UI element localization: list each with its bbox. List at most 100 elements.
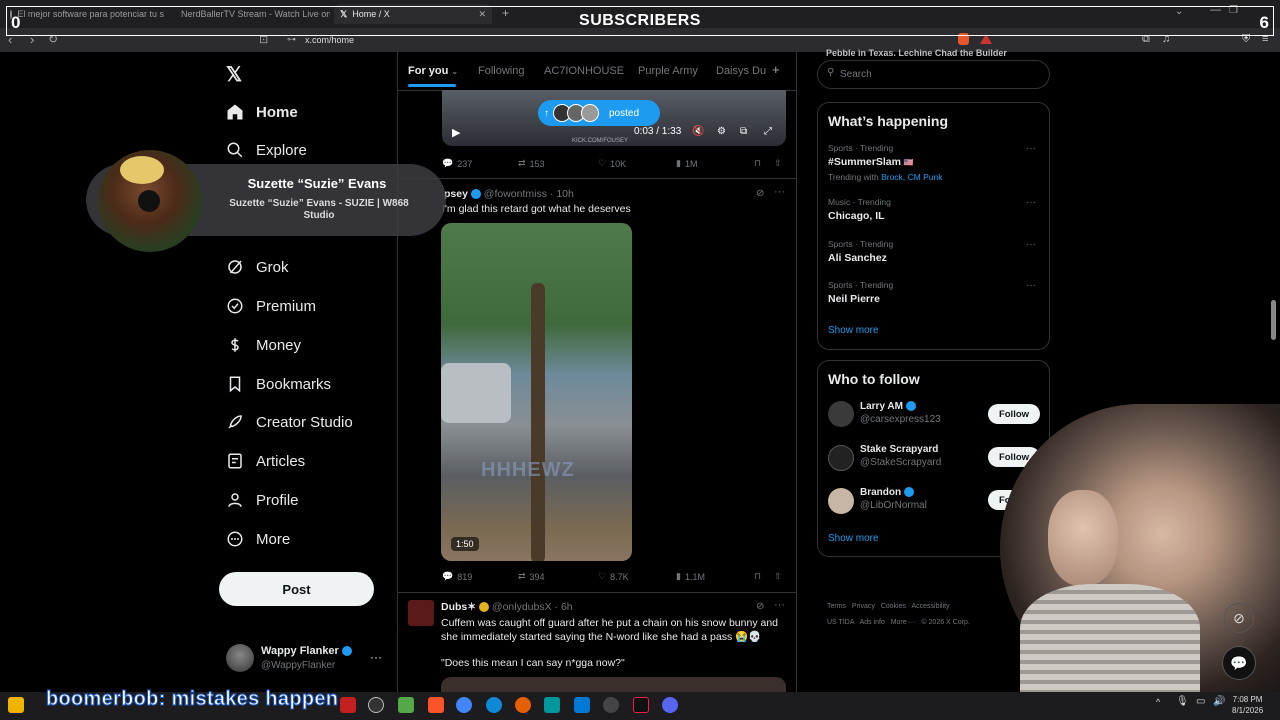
search-input[interactable]: ⚲ Search (817, 60, 1050, 89)
app-icon[interactable] (8, 697, 24, 713)
show-more-link[interactable]: Show more (828, 533, 879, 544)
trend-more-icon[interactable]: ··· (1026, 143, 1036, 154)
x-logo-icon[interactable]: 𝕏 (226, 62, 242, 87)
avatar[interactable] (408, 600, 434, 626)
edge-icon[interactable] (486, 697, 502, 713)
reply-count[interactable]: 💬 237 (442, 158, 472, 169)
messages-icon[interactable]: 💬 (1222, 646, 1256, 680)
trend-more-icon[interactable]: ··· (1026, 280, 1036, 291)
like-count[interactable]: ♡ 8.7K (598, 571, 629, 582)
tweet-author[interactable]: Dubs✶ (441, 601, 476, 613)
tweet-handle[interactable]: @onlydubsX (492, 601, 552, 613)
sidebar-item-bookmarks[interactable]: Bookmarks (226, 370, 331, 398)
bookmark-button[interactable]: ⊓ (754, 571, 761, 582)
avatar[interactable] (828, 401, 854, 427)
sidebar-item-home[interactable]: Home (226, 98, 298, 126)
clock[interactable]: 7:08 PM 8/1/2026 (1232, 694, 1263, 716)
repost-count[interactable]: ⇄ 394 (518, 571, 545, 582)
tiktok-icon[interactable] (633, 697, 649, 713)
mute-icon[interactable]: 🔇 (692, 126, 704, 137)
tab-daisys-du[interactable]: Daisys Du (716, 65, 766, 77)
trend-more-icon[interactable]: ··· (1026, 239, 1036, 250)
show-more-link[interactable]: Show more (828, 325, 879, 336)
follow-button[interactable]: Follow (988, 404, 1040, 424)
video-player[interactable]: ↑ posted ▶ 0:03 / 1:33 KICK.COM/FOUSEY 🔇… (442, 90, 786, 146)
tweet-handle[interactable]: @fowontmiss (484, 188, 547, 200)
avatar[interactable] (226, 644, 254, 672)
tweet-time[interactable]: 6h (561, 601, 573, 613)
footer-link[interactable]: Terms (827, 603, 846, 610)
discord-icon[interactable] (662, 697, 678, 713)
add-tab-icon[interactable]: + (772, 62, 780, 77)
play-icon[interactable]: ▶ (452, 126, 460, 139)
sidebar-item-premium[interactable]: Premium (226, 292, 316, 320)
view-count[interactable]: ▮ 1M (676, 158, 697, 169)
footer-link[interactable]: Privacy (852, 603, 875, 610)
account-menu-icon[interactable]: ··· (370, 650, 382, 664)
sidebar-item-grok[interactable]: Grok (226, 253, 289, 281)
mic-icon[interactable]: 🎙 (1176, 696, 1189, 707)
monitor-icon[interactable]: ▭ (1196, 696, 1205, 707)
app-icon[interactable] (368, 697, 384, 713)
footer-link[interactable]: More ··· (891, 619, 916, 626)
trend-item[interactable]: Sports · Trending Neil Pierre (828, 280, 893, 305)
trend-more-icon[interactable]: ··· (1026, 197, 1036, 208)
share-button[interactable]: ⇧ (774, 158, 782, 169)
follow-user[interactable]: Brandon @LibOrNormal (860, 487, 927, 511)
app-icon[interactable] (340, 697, 356, 713)
share-button[interactable]: ⇧ (774, 571, 782, 582)
brave-icon[interactable] (428, 697, 444, 713)
firefox-icon[interactable] (515, 697, 531, 713)
post-button[interactable]: Post (219, 572, 374, 606)
trend-item[interactable]: Music · Trending Chicago, IL (828, 197, 891, 222)
volume-icon[interactable]: 🔊 (1213, 696, 1225, 707)
vscode-icon[interactable] (574, 697, 590, 713)
trend-item[interactable]: Sports · Trending Ali Sanchez (828, 239, 893, 264)
account-name[interactable]: Wappy Flanker (261, 645, 352, 657)
follow-user[interactable]: Stake Scrapyard @StakeScrapyard (860, 444, 941, 468)
footer-link[interactable]: Ads info (860, 619, 885, 626)
view-count[interactable]: ▮ 1.1M (676, 571, 705, 582)
bookmark-button[interactable]: ⊓ (754, 158, 761, 169)
settings-icon[interactable]: ⚙ (717, 126, 726, 137)
sidebar-item-articles[interactable]: Articles (226, 447, 305, 475)
scrollbar-thumb[interactable] (1271, 300, 1276, 340)
trend-item[interactable]: Sports · Trending #SummerSlam 🇺🇸 Trendin… (828, 143, 942, 182)
url-field[interactable]: x.com/home (305, 35, 354, 45)
sidebar-item-money[interactable]: Money (226, 331, 301, 359)
like-count[interactable]: ♡ 10K (598, 158, 626, 169)
tweet-author[interactable]: psey (444, 188, 468, 200)
footer-link[interactable]: Cookies (881, 603, 906, 610)
sidebar-item-more[interactable]: More (226, 525, 290, 553)
sidebar-item-profile[interactable]: Profile (226, 486, 299, 514)
trend-links[interactable]: Brock, CM Punk (881, 172, 942, 182)
footer-link[interactable]: US TIDA (827, 619, 854, 626)
tweet-media[interactable] (441, 677, 786, 692)
sidebar-item-explore[interactable]: Explore (226, 136, 307, 164)
obs-icon[interactable] (603, 697, 619, 713)
avatar[interactable] (828, 488, 854, 514)
reply-count[interactable]: 💬 819 (442, 571, 472, 582)
avatar[interactable] (828, 445, 854, 471)
fullscreen-icon[interactable]: ⤢ (764, 126, 772, 137)
new-posts-pill[interactable]: ↑ posted (538, 100, 660, 126)
tweet-time[interactable]: 10h (556, 188, 574, 200)
tweet-more-icon[interactable]: ··· (774, 599, 785, 611)
pip-icon[interactable]: ⧉ (740, 126, 747, 137)
repost-count[interactable]: ⇄ 153 (518, 158, 545, 169)
tweet-video[interactable]: HHHEWZ 1:50 (441, 223, 632, 561)
footer-link[interactable]: Accessibility (911, 603, 949, 610)
tab-following[interactable]: Following (478, 65, 524, 77)
tab-for-you[interactable]: For you ⌄ (408, 65, 458, 77)
tweet-more-icon[interactable]: ··· (774, 186, 785, 198)
tab-purple-army[interactable]: Purple Army (638, 65, 698, 77)
grok-float-icon[interactable]: ⊘ (1224, 603, 1254, 633)
tab-ac7ionhouse[interactable]: AC7IONHOUSE (544, 65, 624, 77)
grok-icon[interactable]: ⊘ (756, 188, 764, 199)
tray-chevron-icon[interactable]: ^ (1156, 697, 1160, 707)
app-icon[interactable] (398, 697, 414, 713)
arduino-icon[interactable] (544, 697, 560, 713)
follow-user[interactable]: Larry AM @carsexpress123 (860, 401, 941, 425)
sidebar-item-creator-studio[interactable]: Creator Studio (226, 408, 353, 436)
grok-icon[interactable]: ⊘ (756, 601, 764, 612)
